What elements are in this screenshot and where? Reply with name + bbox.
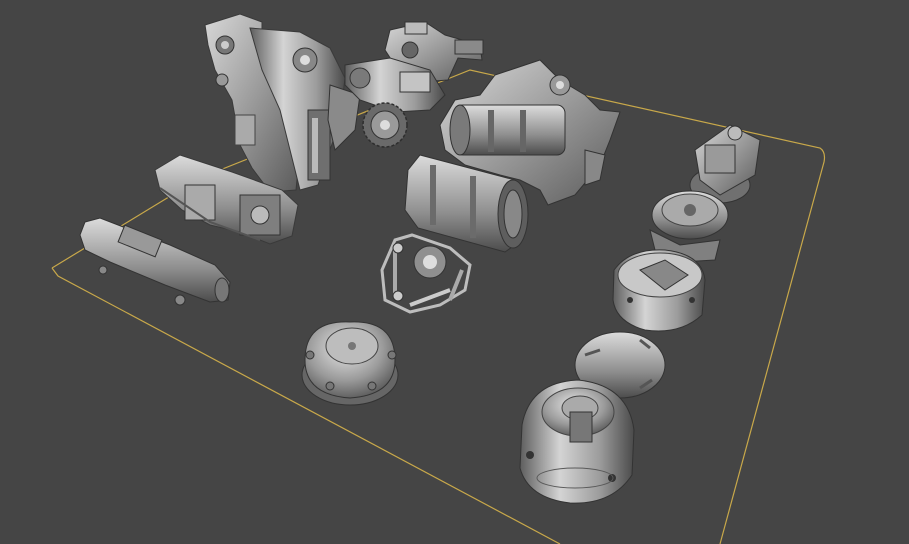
spider-joint[interactable] — [380, 233, 472, 314]
robot-arm-large[interactable] — [204, 13, 361, 193]
dome-hatch[interactable] — [301, 321, 399, 406]
piston-rod[interactable] — [79, 217, 231, 306]
viewport-canvas[interactable] — [0, 0, 909, 544]
cylindrical-pod[interactable] — [519, 379, 635, 504]
3d-viewport[interactable] — [0, 0, 909, 544]
rotary-stack-base[interactable] — [612, 249, 706, 332]
rotary-stack-top[interactable] — [689, 124, 761, 204]
gear-assembly[interactable] — [344, 57, 446, 148]
